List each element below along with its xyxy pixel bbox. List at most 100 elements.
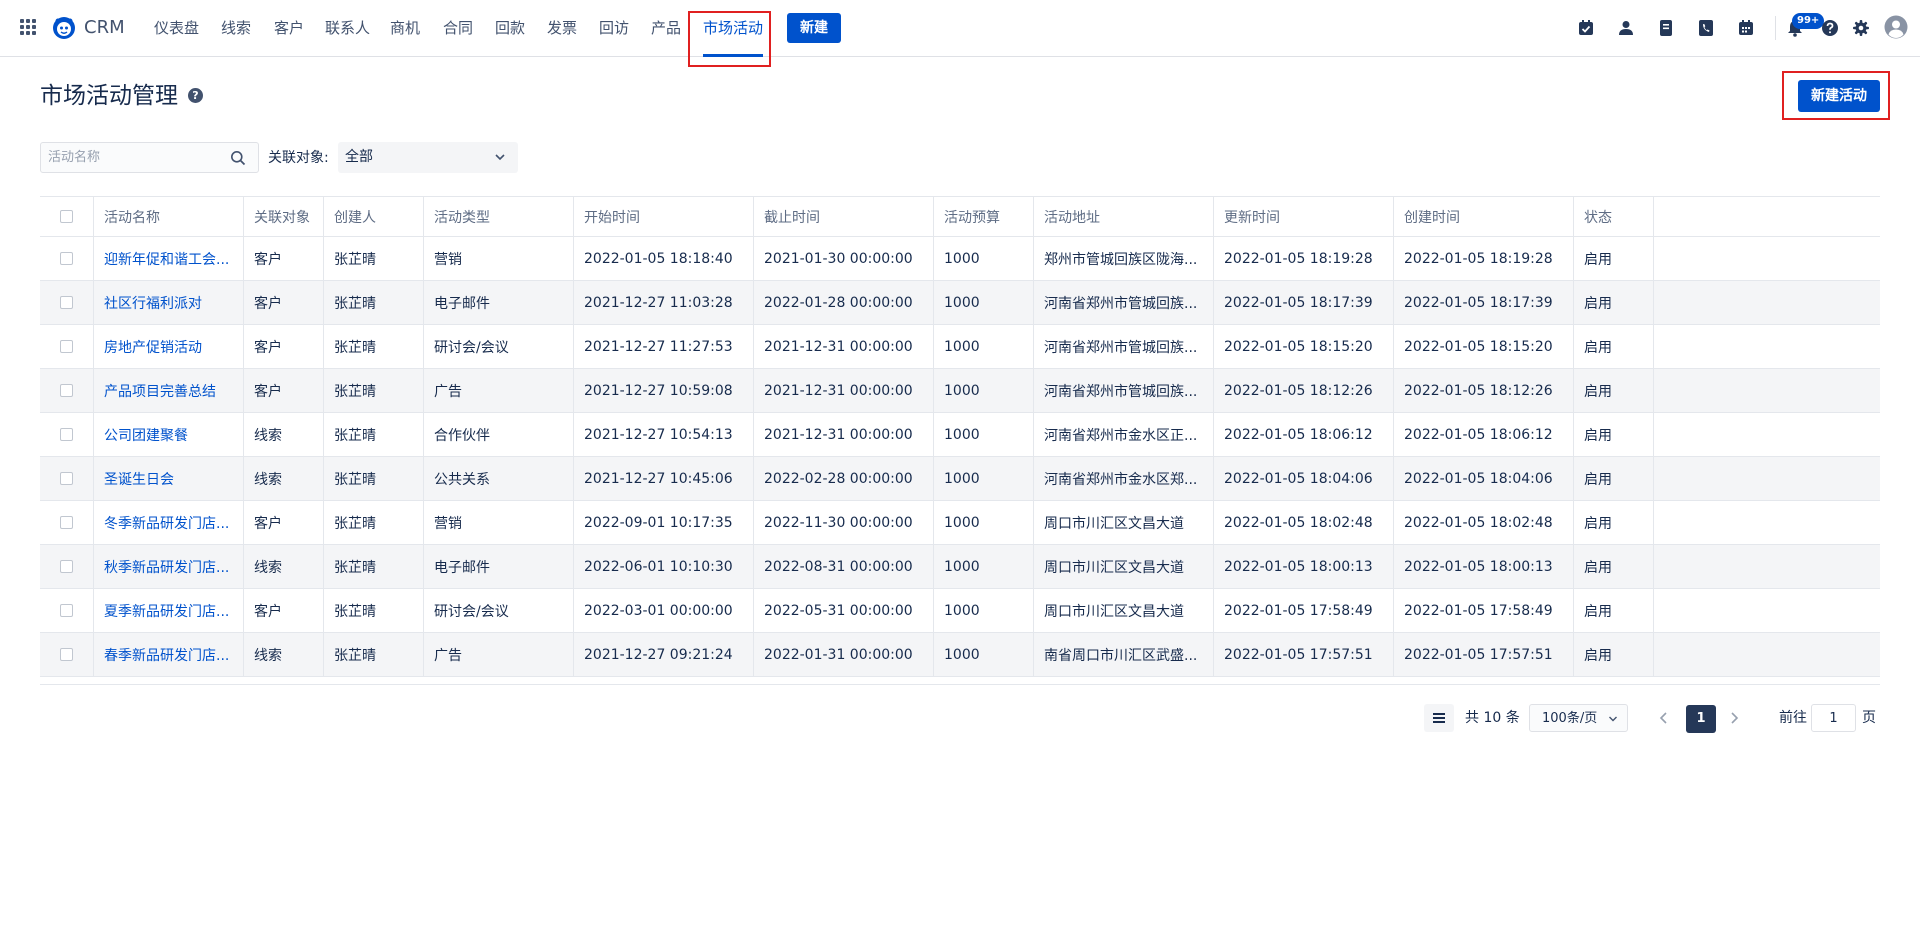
cell-creator: 张芷晴	[324, 633, 424, 676]
column-header-budget[interactable]: 活动预算	[934, 197, 1034, 236]
user-avatar-icon[interactable]	[1884, 15, 1908, 39]
cell-activity-name[interactable]: 夏季新品研发门店...	[94, 589, 244, 632]
table-row[interactable]: 房地产促销活动 客户 张芷晴 研讨会/会议 2021-12-27 11:27:53 202…	[40, 325, 1880, 369]
table-bottom-divider	[40, 684, 1880, 685]
cell-creator: 张芷晴	[324, 237, 424, 280]
search-input[interactable]	[41, 143, 221, 172]
top-navigation-bar: CRM 仪表盘 线索 客户 联系人 商机 合同 回款 发票 回访 产品 市场活动…	[0, 0, 1920, 67]
cell-activity-name[interactable]: 社区行福利派对	[94, 281, 244, 324]
cell-activity-type: 电子邮件	[424, 281, 574, 324]
nav-item-visits[interactable]: 回访	[599, 0, 629, 57]
column-header-status[interactable]: 状态	[1574, 197, 1654, 236]
cell-activity-name[interactable]: 春季新品研发门店...	[94, 633, 244, 676]
cell-creator: 张芷晴	[324, 589, 424, 632]
related-object-select[interactable]: 全部	[338, 142, 518, 173]
app-switcher-icon[interactable]	[20, 19, 36, 35]
cell-related-object: 客户	[244, 501, 324, 544]
row-checkbox[interactable]	[60, 472, 73, 485]
calendar-icon[interactable]	[1736, 18, 1756, 38]
list-menu-icon[interactable]	[1424, 704, 1454, 732]
cell-address: 河南省郑州市管城回族...	[1034, 369, 1214, 412]
table-row[interactable]: 秋季新品研发门店... 线索 张芷晴 电子邮件 2022-06-01 10:10:30 2…	[40, 545, 1880, 589]
nav-item-payments[interactable]: 回款	[495, 0, 525, 57]
phone-icon[interactable]	[1696, 18, 1716, 38]
cell-related-object: 线索	[244, 457, 324, 500]
row-checkbox[interactable]	[60, 252, 73, 265]
cell-updated-time: 2022-01-05 18:00:13	[1214, 545, 1394, 588]
nav-item-opportunities[interactable]: 商机	[390, 0, 420, 57]
column-header-end-time[interactable]: 截止时间	[754, 197, 934, 236]
search-icon[interactable]	[230, 150, 246, 166]
nav-item-contracts[interactable]: 合同	[443, 0, 473, 57]
cell-activity-name[interactable]: 迎新年促和谐工会...	[94, 237, 244, 280]
column-header-name[interactable]: 活动名称	[94, 197, 244, 236]
cell-status: 启用	[1574, 501, 1654, 544]
cell-end-time: 2022-01-28 00:00:00	[754, 281, 934, 324]
table-row[interactable]: 圣诞生日会 线索 张芷晴 公共关系 2021-12-27 10:45:06 2022-02…	[40, 457, 1880, 501]
column-header-start-time[interactable]: 开始时间	[574, 197, 754, 236]
cell-activity-name[interactable]: 圣诞生日会	[94, 457, 244, 500]
cell-related-object: 客户	[244, 281, 324, 324]
app-name[interactable]: CRM	[84, 16, 125, 40]
nav-item-contacts[interactable]: 联系人	[325, 0, 370, 57]
column-header-created-time[interactable]: 创建时间	[1394, 197, 1574, 236]
row-checkbox[interactable]	[60, 516, 73, 529]
table-row[interactable]: 迎新年促和谐工会... 客户 张芷晴 营销 2022-01-05 18:18:40 202…	[40, 237, 1880, 281]
cell-created-time: 2022-01-05 18:12:26	[1394, 369, 1574, 412]
nav-item-invoices[interactable]: 发票	[547, 0, 577, 57]
goto-page-input[interactable]	[1811, 704, 1856, 732]
cell-activity-name[interactable]: 产品项目完善总结	[94, 369, 244, 412]
title-help-icon[interactable]: ?	[188, 88, 203, 103]
table-row[interactable]: 社区行福利派对 客户 张芷晴 电子邮件 2021-12-27 11:03:28 2022-…	[40, 281, 1880, 325]
select-all-checkbox[interactable]	[60, 210, 73, 223]
cell-created-time: 2022-01-05 18:00:13	[1394, 545, 1574, 588]
row-checkbox[interactable]	[60, 296, 73, 309]
nav-item-products[interactable]: 产品	[651, 0, 681, 57]
row-checkbox[interactable]	[60, 604, 73, 617]
table-row[interactable]: 夏季新品研发门店... 客户 张芷晴 研讨会/会议 2022-03-01 00:00:0…	[40, 589, 1880, 633]
table-row[interactable]: 公司团建聚餐 线索 张芷晴 合作伙伴 2021-12-27 10:54:13 2021-1…	[40, 413, 1880, 457]
cell-budget: 1000	[934, 413, 1034, 456]
next-page-icon[interactable]	[1724, 708, 1744, 728]
column-header-creator[interactable]: 创建人	[324, 197, 424, 236]
column-header-updated-time[interactable]: 更新时间	[1214, 197, 1394, 236]
cell-activity-name[interactable]: 公司团建聚餐	[94, 413, 244, 456]
cell-related-object: 客户	[244, 325, 324, 368]
nav-item-customers[interactable]: 客户	[274, 0, 304, 57]
help-icon[interactable]	[1820, 18, 1840, 38]
cell-updated-time: 2022-01-05 18:12:26	[1214, 369, 1394, 412]
cell-activity-type: 广告	[424, 633, 574, 676]
cell-activity-name[interactable]: 房地产促销活动	[94, 325, 244, 368]
row-checkbox[interactable]	[60, 428, 73, 441]
document-icon[interactable]	[1656, 18, 1676, 38]
column-header-type[interactable]: 活动类型	[424, 197, 574, 236]
nav-item-dashboard[interactable]: 仪表盘	[154, 0, 199, 57]
cell-activity-name[interactable]: 冬季新品研发门店...	[94, 501, 244, 544]
table-row[interactable]: 春季新品研发门店... 线索 张芷晴 广告 2021-12-27 09:21:24 202…	[40, 633, 1880, 677]
column-header-related[interactable]: 关联对象	[244, 197, 324, 236]
cell-activity-type: 广告	[424, 369, 574, 412]
table-row[interactable]: 冬季新品研发门店... 客户 张芷晴 营销 2022-09-01 10:17:35 202…	[40, 501, 1880, 545]
cell-activity-type: 营销	[424, 237, 574, 280]
person-icon[interactable]	[1616, 18, 1636, 38]
cell-status: 启用	[1574, 281, 1654, 324]
table-row[interactable]: 产品项目完善总结 客户 张芷晴 广告 2021-12-27 10:59:08 2021-1…	[40, 369, 1880, 413]
new-button[interactable]: 新建	[787, 13, 841, 43]
row-checkbox[interactable]	[60, 560, 73, 573]
row-checkbox-cell	[40, 325, 94, 368]
calendar-check-icon[interactable]	[1576, 18, 1596, 38]
prev-page-icon[interactable]	[1654, 708, 1674, 728]
cell-activity-name[interactable]: 秋季新品研发门店...	[94, 545, 244, 588]
column-header-address[interactable]: 活动地址	[1034, 197, 1214, 236]
cell-creator: 张芷晴	[324, 545, 424, 588]
cell-activity-type: 研讨会/会议	[424, 325, 574, 368]
gear-icon[interactable]	[1851, 18, 1871, 38]
cell-start-time: 2022-01-05 18:18:40	[574, 237, 754, 280]
row-checkbox[interactable]	[60, 384, 73, 397]
row-checkbox[interactable]	[60, 340, 73, 353]
page-number-current[interactable]: 1	[1686, 705, 1716, 733]
nav-item-leads[interactable]: 线索	[221, 0, 251, 57]
row-checkbox[interactable]	[60, 648, 73, 661]
cell-created-time: 2022-01-05 18:06:12	[1394, 413, 1574, 456]
page-size-select[interactable]: 100条/页	[1529, 704, 1628, 732]
